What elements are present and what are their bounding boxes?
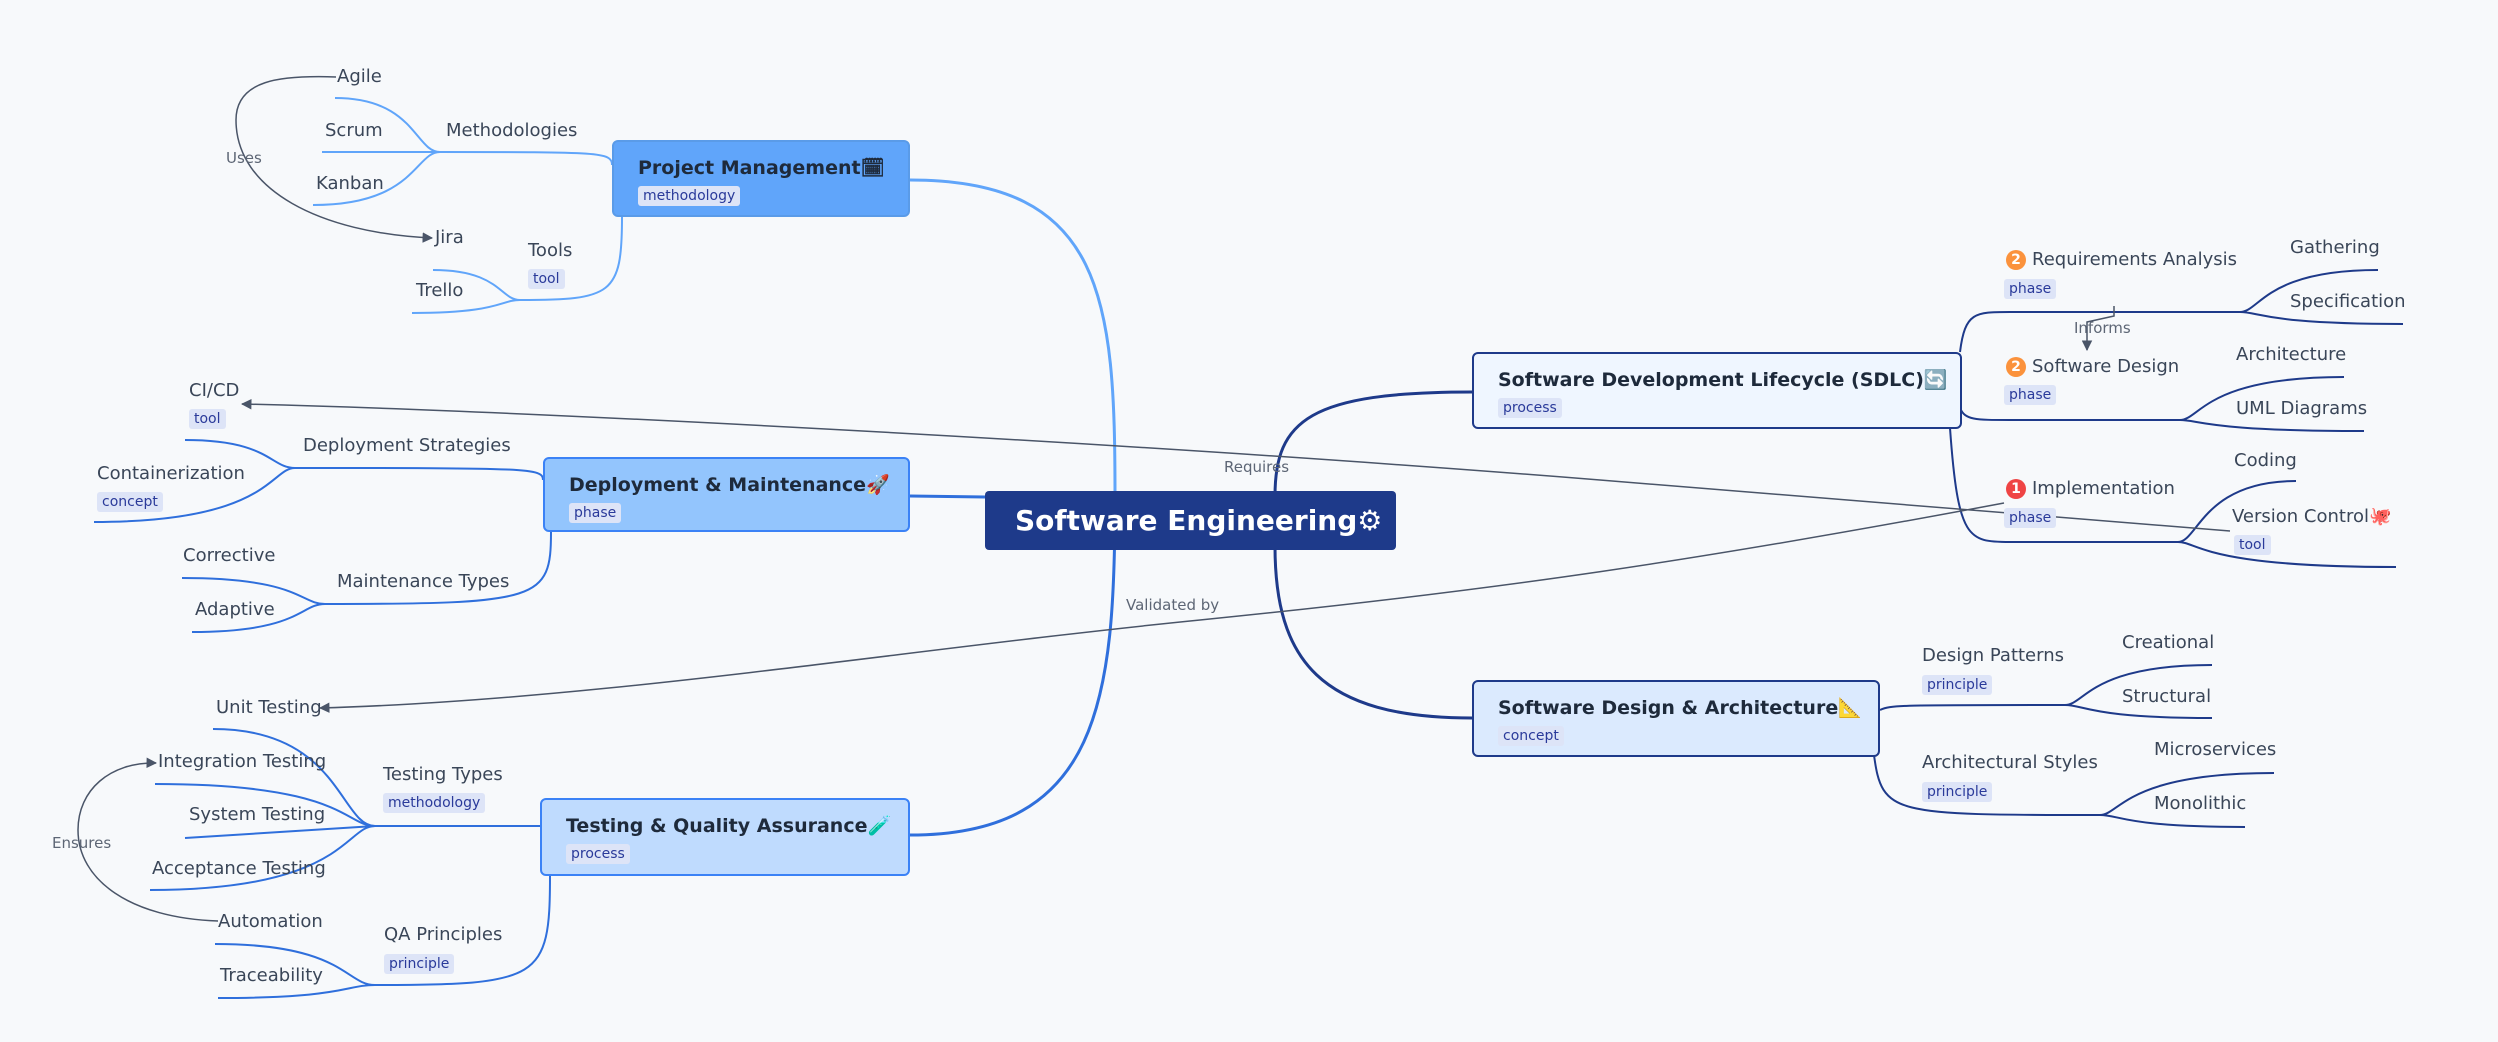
architectural-styles-tag: principle: [1922, 782, 1993, 802]
branch-title: Testing & Quality Assurance: [566, 815, 868, 837]
category-tag: concept: [1498, 726, 1564, 746]
node-acceptance-testing[interactable]: Acceptance Testing: [152, 858, 326, 879]
priority-badge: 2: [2006, 250, 2026, 270]
node-label: Software Design: [2032, 356, 2180, 377]
category-tag: process: [566, 844, 630, 864]
node-corrective[interactable]: Corrective: [183, 545, 275, 566]
node-microservices[interactable]: Microservices: [2154, 739, 2276, 760]
node-kanban[interactable]: Kanban: [316, 173, 384, 194]
implementation-tag: phase: [2004, 508, 2057, 528]
node-adaptive[interactable]: Adaptive: [195, 599, 275, 620]
node-scrum[interactable]: Scrum: [325, 120, 383, 141]
node-architecture[interactable]: Architecture: [2236, 344, 2346, 365]
branch-title: Software Development Lifecycle (SDLC): [1498, 369, 1924, 391]
testing-types-tag: methodology: [383, 793, 486, 813]
node-traceability[interactable]: Traceability: [220, 965, 323, 986]
node-unit-testing[interactable]: Unit Testing: [216, 697, 322, 718]
node-creational[interactable]: Creational: [2122, 632, 2214, 653]
node-integration-testing[interactable]: Integration Testing: [158, 751, 326, 772]
test-tube-icon: 🧪: [867, 815, 892, 837]
node-specification[interactable]: Specification: [2290, 291, 2406, 312]
node-containerization[interactable]: Containerization: [97, 463, 245, 484]
node-architectural-styles[interactable]: Architectural Styles: [1922, 752, 2098, 773]
category-tag: phase: [569, 503, 622, 523]
relation-uses-label: Uses: [226, 149, 262, 167]
root-node[interactable]: Software Engineering⚙: [985, 491, 1396, 550]
node-monolithic[interactable]: Monolithic: [2154, 793, 2246, 814]
version-control-tag: tool: [2234, 535, 2271, 555]
node-version-control[interactable]: Version Control🐙: [2232, 506, 2391, 527]
node-uml-diagrams[interactable]: UML Diagrams: [2236, 398, 2367, 419]
branch-testing-qa[interactable]: Testing & Quality Assurance🧪 process: [540, 798, 910, 876]
node-design-patterns[interactable]: Design Patterns: [1922, 645, 2064, 666]
cycle-icon: 🔄: [1923, 369, 1948, 391]
design-patterns-tag: principle: [1922, 675, 1993, 695]
node-label: Version Control: [2232, 506, 2369, 527]
priority-badge: 2: [2006, 357, 2026, 377]
node-jira[interactable]: Jira: [435, 227, 464, 248]
cicd-tag: tool: [189, 409, 226, 429]
node-agile[interactable]: Agile: [337, 66, 382, 87]
qa-principles-tag: principle: [384, 954, 455, 974]
node-deployment-strategies[interactable]: Deployment Strategies: [303, 435, 511, 456]
category-tag: methodology: [638, 186, 741, 206]
relation-informs-label: Informs: [2074, 319, 2131, 337]
software-design-tag: phase: [2004, 385, 2057, 405]
node-methodologies[interactable]: Methodologies: [446, 120, 577, 141]
node-gathering[interactable]: Gathering: [2290, 237, 2380, 258]
branch-sdlc[interactable]: Software Development Lifecycle (SDLC)🔄 p…: [1472, 352, 1962, 429]
node-system-testing[interactable]: System Testing: [189, 804, 325, 825]
category-tag: process: [1498, 398, 1562, 418]
node-testing-types[interactable]: Testing Types: [383, 764, 503, 785]
triangle-ruler-icon: 📐: [1838, 697, 1862, 719]
octopus-icon: 🐙: [2368, 506, 2392, 527]
relation-validated-by-label: Validated by: [1126, 596, 1220, 614]
relation-requires-label: Requires: [1224, 458, 1290, 476]
relation-ensures-label: Ensures: [52, 834, 112, 852]
tools-tag: tool: [528, 269, 565, 289]
node-tools[interactable]: Tools: [528, 240, 572, 261]
requirements-tag: phase: [2004, 279, 2057, 299]
branch-title: Deployment & Maintenance: [569, 474, 867, 496]
branch-title: Software Design & Architecture: [1498, 697, 1839, 719]
node-qa-principles[interactable]: QA Principles: [384, 924, 502, 945]
node-maintenance-types[interactable]: Maintenance Types: [337, 571, 509, 592]
node-trello[interactable]: Trello: [416, 280, 463, 301]
root-title: Software Engineering: [1015, 504, 1358, 537]
containerization-tag: concept: [97, 492, 163, 512]
node-requirements-analysis[interactable]: 2 Requirements Analysis: [2006, 249, 2237, 270]
node-label: Implementation: [2032, 478, 2175, 499]
node-structural[interactable]: Structural: [2122, 686, 2211, 707]
branch-software-design[interactable]: Software Design & Architecture📐 concept: [1472, 680, 1880, 757]
branch-title: Project Management: [638, 157, 861, 179]
node-cicd[interactable]: CI/CD: [189, 380, 239, 401]
branch-project-management[interactable]: Project Management🗓 methodology: [612, 140, 910, 217]
branch-deployment-maintenance[interactable]: Deployment & Maintenance🚀 phase: [543, 457, 910, 532]
node-automation[interactable]: Automation: [218, 911, 323, 932]
node-implementation[interactable]: 1 Implementation: [2006, 478, 2175, 499]
node-coding[interactable]: Coding: [2234, 450, 2297, 471]
rocket-icon: 🚀: [866, 474, 890, 496]
priority-badge: 1: [2006, 479, 2026, 499]
node-label: Requirements Analysis: [2032, 249, 2238, 270]
calendar-icon: 🗓: [860, 157, 885, 179]
node-software-design[interactable]: 2 Software Design: [2006, 356, 2179, 377]
gear-icon: ⚙: [1357, 504, 1383, 537]
